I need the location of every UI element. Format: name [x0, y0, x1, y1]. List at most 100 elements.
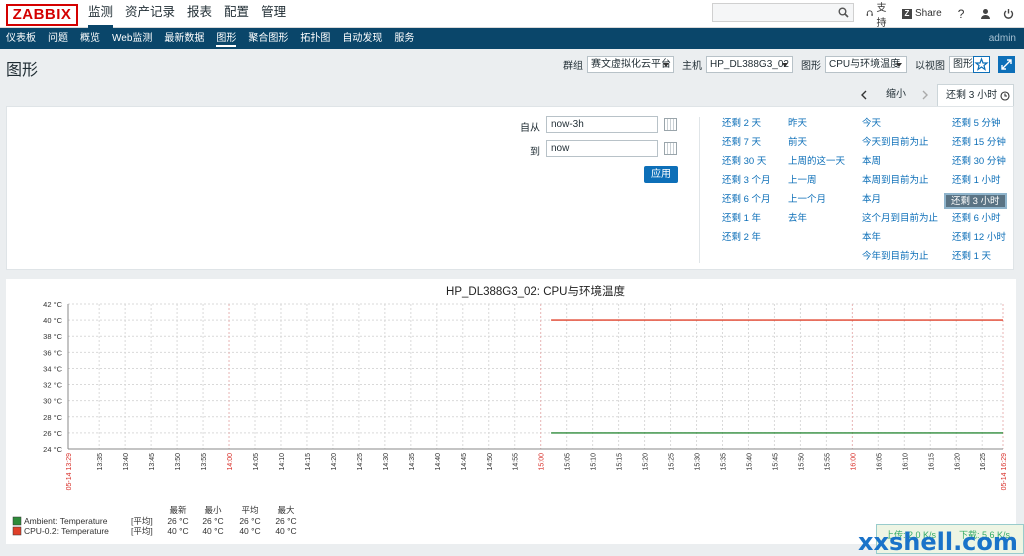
quick-range-link[interactable]: 还剩 1 小时: [952, 174, 1007, 193]
quick-range-column-1: 还剩 2 天 还剩 7 天 还剩 30 天 还剩 3 个月 还剩 6 个月 还剩…: [722, 117, 771, 250]
temperature-chart[interactable]: HP_DL388G3_02: CPU与环境温度 42 °C 40 °C 38 °C 36…: [6, 279, 1016, 544]
quick-range-link[interactable]: 本周: [862, 155, 938, 174]
subnav-problems[interactable]: 问题: [42, 28, 74, 49]
quick-range-link[interactable]: 还剩 7 天: [722, 136, 771, 155]
graph-label: 图形: [801, 61, 821, 72]
subnav-screens[interactable]: 聚合图形: [242, 28, 294, 49]
legend-value: 40 °C: [275, 526, 296, 536]
legend-swatch: [12, 526, 22, 536]
quick-range-link[interactable]: 还剩 2 年: [722, 231, 771, 250]
quick-range-link[interactable]: 本周到目前为止: [862, 174, 938, 193]
quick-range-link[interactable]: 还剩 6 个月: [722, 193, 771, 212]
quick-range-link[interactable]: 上一个月: [788, 193, 845, 212]
menu-configuration[interactable]: 配置: [218, 0, 255, 27]
quick-range-link[interactable]: 还剩 30 分钟: [952, 155, 1007, 174]
quick-range-link[interactable]: 这个月到目前为止: [862, 212, 938, 231]
menu-monitoring[interactable]: 监测: [82, 0, 119, 28]
power-icon: [1004, 9, 1014, 19]
quick-range-link[interactable]: 前天: [788, 136, 845, 155]
subnav-overview[interactable]: 概览: [74, 28, 106, 49]
x-tick-label: 14:25: [357, 453, 364, 471]
quick-range-link[interactable]: 昨天: [788, 117, 845, 136]
zoom-out-button[interactable]: 缩小: [886, 84, 906, 106]
to-input[interactable]: now: [546, 140, 658, 157]
subnav-latest-data[interactable]: 最新数据: [158, 28, 210, 49]
quick-range-column-2: 昨天 前天 上周的这一天 上一周 上一个月 去年: [788, 117, 845, 231]
quick-range-link[interactable]: 还剩 15 分钟: [952, 136, 1007, 155]
menu-inventory[interactable]: 资产记录: [119, 0, 181, 27]
help-button[interactable]: ?: [958, 7, 965, 21]
user-profile-button[interactable]: [980, 8, 991, 19]
host-label: 主机: [682, 61, 702, 72]
quick-range-link[interactable]: 还剩 30 天: [722, 155, 771, 174]
quick-range-link[interactable]: 还剩 6 小时: [952, 212, 1007, 231]
sign-out-button[interactable]: [1003, 8, 1014, 19]
x-tick-label: 14:40: [435, 453, 442, 471]
host-select[interactable]: HP_DL388G3_02: [706, 56, 793, 73]
quick-range-link[interactable]: 还剩 1 年: [722, 212, 771, 231]
quick-range-link[interactable]: 今年到目前为止: [862, 250, 938, 269]
menu-reports[interactable]: 报表: [181, 0, 218, 27]
x-tick-label: 14:00: [227, 453, 234, 471]
x-tick-label: 05-14 13:29: [66, 453, 73, 490]
x-tick-label: 14:50: [487, 453, 494, 471]
time-filter-panel: 自从 now-3h 到 now 应用 还剩 2 天 还剩 7 天 还剩 30 天…: [6, 106, 1014, 270]
quick-range-column-4: 还剩 5 分钟 还剩 15 分钟 还剩 30 分钟 还剩 1 小时 还剩 3 小…: [944, 117, 1007, 269]
x-tick-label: 15:15: [617, 453, 624, 471]
subnav-discovery[interactable]: 自动发现: [336, 28, 388, 49]
calendar-icon[interactable]: [664, 142, 677, 155]
quick-range-link[interactable]: 还剩 12 小时: [952, 231, 1007, 250]
x-tick-label: 15:30: [695, 453, 702, 471]
subnav-dashboard[interactable]: 仪表板: [0, 28, 42, 49]
quick-range-link[interactable]: 还剩 5 分钟: [952, 117, 1007, 136]
quick-range-link[interactable]: 上周的这一天: [788, 155, 845, 174]
x-tick-label: 13:50: [175, 453, 182, 471]
quick-range-link[interactable]: 还剩 2 天: [722, 117, 771, 136]
x-tick-label: 13:40: [123, 453, 130, 471]
subnav-web[interactable]: Web监测: [106, 28, 158, 49]
quick-range-link[interactable]: 本年: [862, 231, 938, 250]
page-title: 图形: [6, 62, 39, 79]
quick-range-link[interactable]: 还剩 3 个月: [722, 174, 771, 193]
username[interactable]: admin: [989, 28, 1016, 49]
subnav-graphs[interactable]: 图形: [210, 28, 242, 49]
legend-item-name: CPU-0.2: Temperature: [24, 526, 109, 536]
y-tick-label: 32 °C: [43, 381, 62, 390]
x-tick-label: 14:05: [253, 453, 260, 471]
legend-header: 最小: [204, 505, 222, 515]
quick-range-link[interactable]: 上一周: [788, 174, 845, 193]
subnav-services[interactable]: 服务: [388, 28, 420, 49]
subnav-maps[interactable]: 拓扑图: [294, 28, 336, 49]
quick-range-link[interactable]: 今天到目前为止: [862, 136, 938, 155]
x-tick-label: 13:35: [97, 453, 104, 471]
from-input[interactable]: now-3h: [546, 116, 658, 133]
chevron-right-icon[interactable]: [920, 84, 929, 106]
menu-administration[interactable]: 管理: [255, 0, 292, 27]
quick-range-column-3: 今天 今天到目前为止 本周 本周到目前为止 本月 这个月到目前为止 本年 今年到…: [862, 117, 938, 269]
calendar-icon[interactable]: [664, 118, 677, 131]
quick-range-link[interactable]: 去年: [788, 212, 845, 231]
fullscreen-button[interactable]: [998, 56, 1015, 73]
chevron-left-icon[interactable]: [860, 84, 869, 106]
x-tick-label: 15:00: [539, 453, 546, 471]
quick-range-link[interactable]: 今天: [862, 117, 938, 136]
quick-range-link-active[interactable]: 还剩 3 小时: [944, 193, 1007, 209]
quick-range-link[interactable]: 还剩 1 天: [952, 250, 1007, 269]
search-icon[interactable]: [838, 7, 849, 18]
legend-value: 40 °C: [167, 526, 188, 536]
favorite-button[interactable]: [973, 56, 990, 73]
tab-time-filter[interactable]: 还剩 3 小时: [937, 84, 1014, 106]
search-input[interactable]: [712, 3, 854, 22]
x-tick-label: 13:45: [149, 453, 156, 471]
x-tick-label: 15:55: [824, 453, 831, 471]
graph-select[interactable]: CPU与环境温度: [825, 56, 907, 73]
apply-button[interactable]: 应用: [644, 166, 678, 183]
chart-title: HP_DL388G3_02: CPU与环境温度: [446, 284, 625, 298]
zabbix-logo[interactable]: ZABBIX: [6, 4, 78, 26]
share-link[interactable]: Z Share: [902, 8, 942, 19]
group-select[interactable]: 赛文虚拟化云平台: [587, 56, 674, 73]
x-tick-label: 14:20: [331, 453, 338, 471]
headset-icon: [866, 10, 873, 16]
quick-range-link[interactable]: 本月: [862, 193, 938, 212]
support-link[interactable]: 支持: [866, 0, 890, 29]
